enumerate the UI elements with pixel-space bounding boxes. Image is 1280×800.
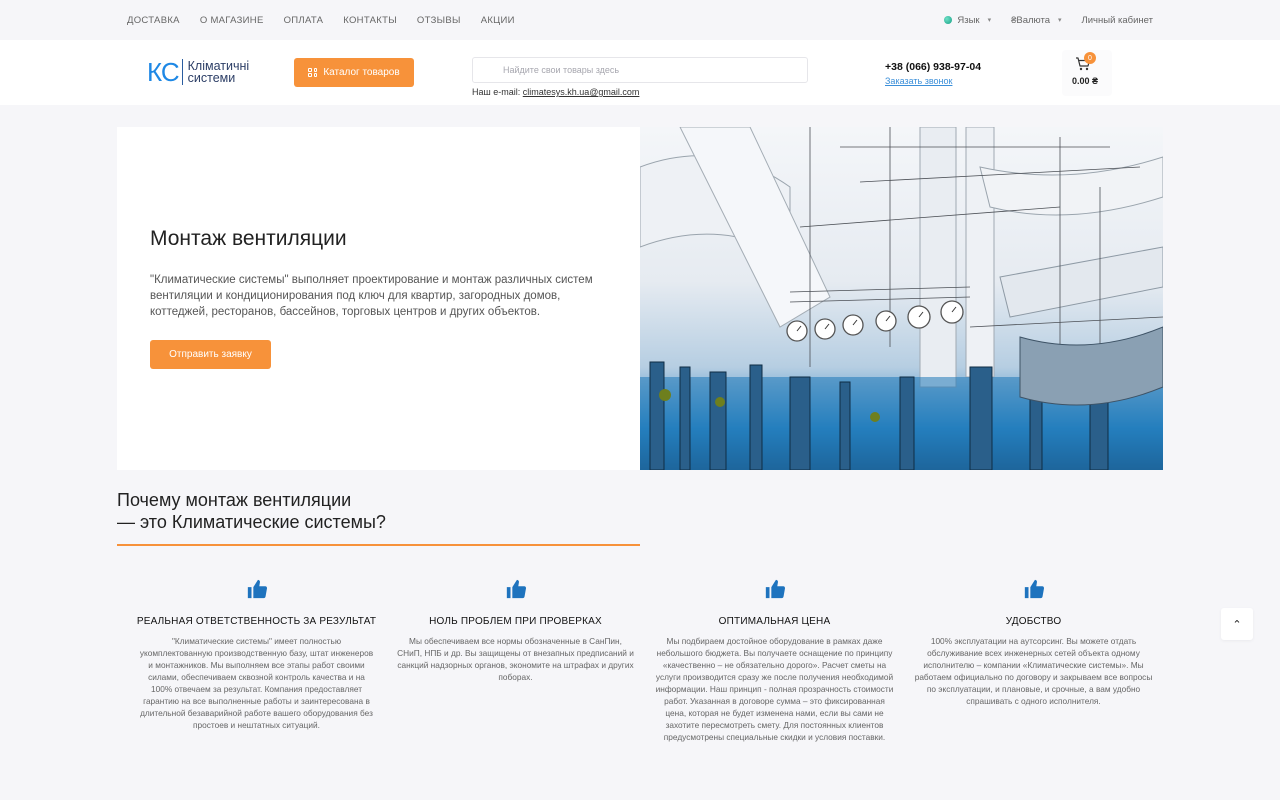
thumbs-up-icon	[247, 579, 267, 599]
send-request-button[interactable]: Отправить заявку	[150, 340, 271, 369]
feature-title: НОЛЬ ПРОБЛЕМ ПРИ ПРОВЕРКАХ	[429, 616, 602, 627]
why-section-title: Почему монтаж вентиляции — это Климатиче…	[117, 489, 386, 533]
hero-image	[640, 127, 1163, 470]
hero-description: "Климатические системы" выполняет проект…	[150, 274, 593, 318]
cart-count-badge: 0	[1084, 52, 1096, 64]
section-divider	[117, 544, 640, 546]
feature-card: УДОБСТВО 100% эксплуатации на аутсорсинг…	[904, 578, 1163, 743]
search-input[interactable]	[503, 65, 807, 75]
catalog-button[interactable]: Каталог товаров	[294, 58, 414, 87]
language-label: Язык	[957, 14, 980, 26]
features-row: РЕАЛЬНАЯ ОТВЕТСТВЕННОСТЬ ЗА РЕЗУЛЬТАТ "К…	[127, 578, 1163, 743]
feature-card: НОЛЬ ПРОБЛЕМ ПРИ ПРОВЕРКАХ Мы обеспечива…	[386, 578, 645, 743]
cart-total: 0.00 ₴	[1072, 76, 1099, 86]
globe-icon	[944, 16, 953, 24]
header: КС Кліматичні системи Каталог товаров На…	[0, 40, 1280, 105]
language-selector[interactable]: Язык ▾	[944, 15, 991, 26]
feature-title: УДОБСТВО	[1005, 616, 1062, 627]
feature-text: Мы подбираем достойное оборудование в ра…	[655, 636, 894, 742]
nav-item-promotions[interactable]: АКЦИИ	[481, 15, 515, 26]
thumbs-up-icon	[506, 579, 526, 599]
email-line: Наш e-mail: climatesys.kh.ua@gmail.com	[472, 87, 639, 97]
account-link[interactable]: Личный кабинет	[1082, 15, 1153, 26]
currency-selector[interactable]: ₴Валюта ▾	[1011, 15, 1061, 26]
search-box	[472, 57, 808, 83]
hero-panel: Монтаж вентиляции "Климатические системы…	[117, 127, 640, 470]
thumbs-up-icon	[1024, 579, 1044, 599]
logo-mark: КС	[147, 57, 180, 87]
nav-item-reviews[interactable]: ОТЗЫВЫ	[417, 15, 461, 26]
nav-item-about[interactable]: О МАГАЗИНЕ	[200, 15, 264, 26]
currency-label: ₴Валюта	[1011, 14, 1050, 26]
why-title-line-1: Почему монтаж вентиляции	[117, 490, 352, 510]
feature-card: ОПТИМАЛЬНАЯ ЦЕНА Мы подбираем достойное …	[645, 578, 904, 743]
hero-title: Монтаж вентиляции	[150, 227, 347, 250]
phone-number[interactable]: +38 (066) 938-97-04	[885, 61, 981, 73]
feature-text: Мы обеспечиваем все нормы обозначенные в…	[397, 636, 634, 682]
email-link[interactable]: climatesys.kh.ua@gmail.com	[523, 87, 640, 97]
chevron-down-icon: ▾	[987, 17, 992, 24]
why-title-line-2: — это Климатические системы?	[117, 512, 386, 532]
nav-item-delivery[interactable]: ДОСТАВКА	[127, 15, 180, 26]
chevron-up-icon: ⌃	[1232, 618, 1242, 631]
cart-button[interactable]: 0 0.00 ₴	[1062, 50, 1112, 96]
scroll-to-top-button[interactable]: ⌃	[1221, 608, 1253, 640]
logo-line-2: системи	[187, 71, 236, 85]
email-label: Наш e-mail:	[472, 87, 521, 97]
nav-item-payment[interactable]: ОПЛАТА	[284, 15, 324, 26]
feature-title: ОПТИМАЛЬНАЯ ЦЕНА	[718, 616, 831, 627]
top-utilities: Язык ▾ ₴Валюта ▾ Личный кабинет	[944, 0, 1153, 40]
feature-card: РЕАЛЬНАЯ ОТВЕТСТВЕННОСТЬ ЗА РЕЗУЛЬТАТ "К…	[127, 578, 386, 743]
top-navigation: ДОСТАВКА О МАГАЗИНЕ ОПЛАТА КОНТАКТЫ ОТЗЫ…	[127, 0, 535, 40]
logo-divider	[181, 59, 183, 85]
chevron-down-icon: ▾	[1058, 17, 1062, 24]
callback-link[interactable]: Заказать звонок	[885, 76, 952, 86]
ventilation-pipes-illustration	[640, 127, 1163, 470]
feature-text: 100% эксплуатации на аутсорсинг. Вы може…	[914, 636, 1153, 706]
top-bar: ДОСТАВКА О МАГАЗИНЕ ОПЛАТА КОНТАКТЫ ОТЗЫ…	[0, 0, 1280, 40]
grid-icon	[308, 68, 318, 77]
feature-title: РЕАЛЬНАЯ ОТВЕТСТВЕННОСТЬ ЗА РЕЗУЛЬТАТ	[136, 616, 377, 627]
logo-text: Кліматичні системи	[187, 60, 250, 85]
nav-item-contacts[interactable]: КОНТАКТЫ	[343, 15, 397, 26]
catalog-button-label: Каталог товаров	[323, 67, 400, 78]
logo[interactable]: КС Кліматичні системи	[147, 59, 249, 85]
feature-text: "Климатические системы" имеет полностью …	[139, 636, 374, 730]
thumbs-up-icon	[765, 579, 785, 599]
